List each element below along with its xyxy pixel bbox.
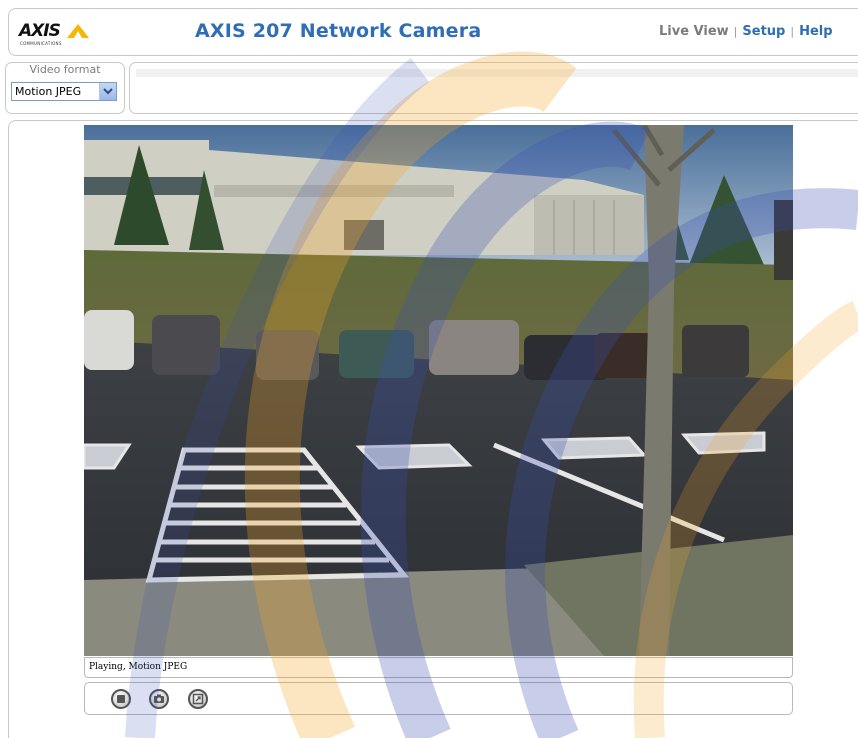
- snapshot-button[interactable]: [149, 689, 169, 709]
- player-status-bar: Playing, Motion JPEG: [84, 657, 793, 678]
- camera-scene-image: [84, 125, 793, 656]
- camera-icon: [154, 694, 164, 703]
- page-title: AXIS 207 Network Camera: [195, 20, 482, 42]
- nav-live-view[interactable]: Live View: [659, 24, 729, 39]
- toolbar-band: [136, 69, 858, 77]
- toolbar-panel: [129, 62, 858, 114]
- dropdown-arrow-icon[interactable]: [99, 83, 116, 100]
- live-video-stream[interactable]: [84, 125, 793, 656]
- header-bar: AXIS COMMUNICATIONS AXIS 207 Network Cam…: [8, 8, 858, 56]
- view-full-icon: [192, 693, 204, 705]
- axis-logo[interactable]: AXIS COMMUNICATIONS: [19, 22, 99, 50]
- logo-brand-text: AXIS: [19, 21, 61, 41]
- video-format-label: Video format: [29, 63, 101, 76]
- nav-separator: |: [733, 25, 738, 38]
- nav-help-link[interactable]: Help: [799, 24, 832, 39]
- nav-setup-link[interactable]: Setup: [742, 24, 785, 39]
- video-format-panel: Video format Motion JPEG: [5, 62, 125, 114]
- top-nav: Live View | Setup | Help: [659, 24, 833, 39]
- logo-subtext: COMMUNICATIONS: [20, 41, 62, 46]
- view-full-button[interactable]: [188, 689, 208, 709]
- video-format-value: Motion JPEG: [15, 85, 82, 98]
- nav-separator: |: [790, 25, 795, 38]
- stop-icon: [117, 695, 125, 703]
- video-format-select[interactable]: Motion JPEG: [11, 82, 117, 101]
- stop-button[interactable]: [111, 689, 131, 709]
- player-controls: [84, 682, 793, 715]
- logo-triangle-icon: [67, 24, 89, 38]
